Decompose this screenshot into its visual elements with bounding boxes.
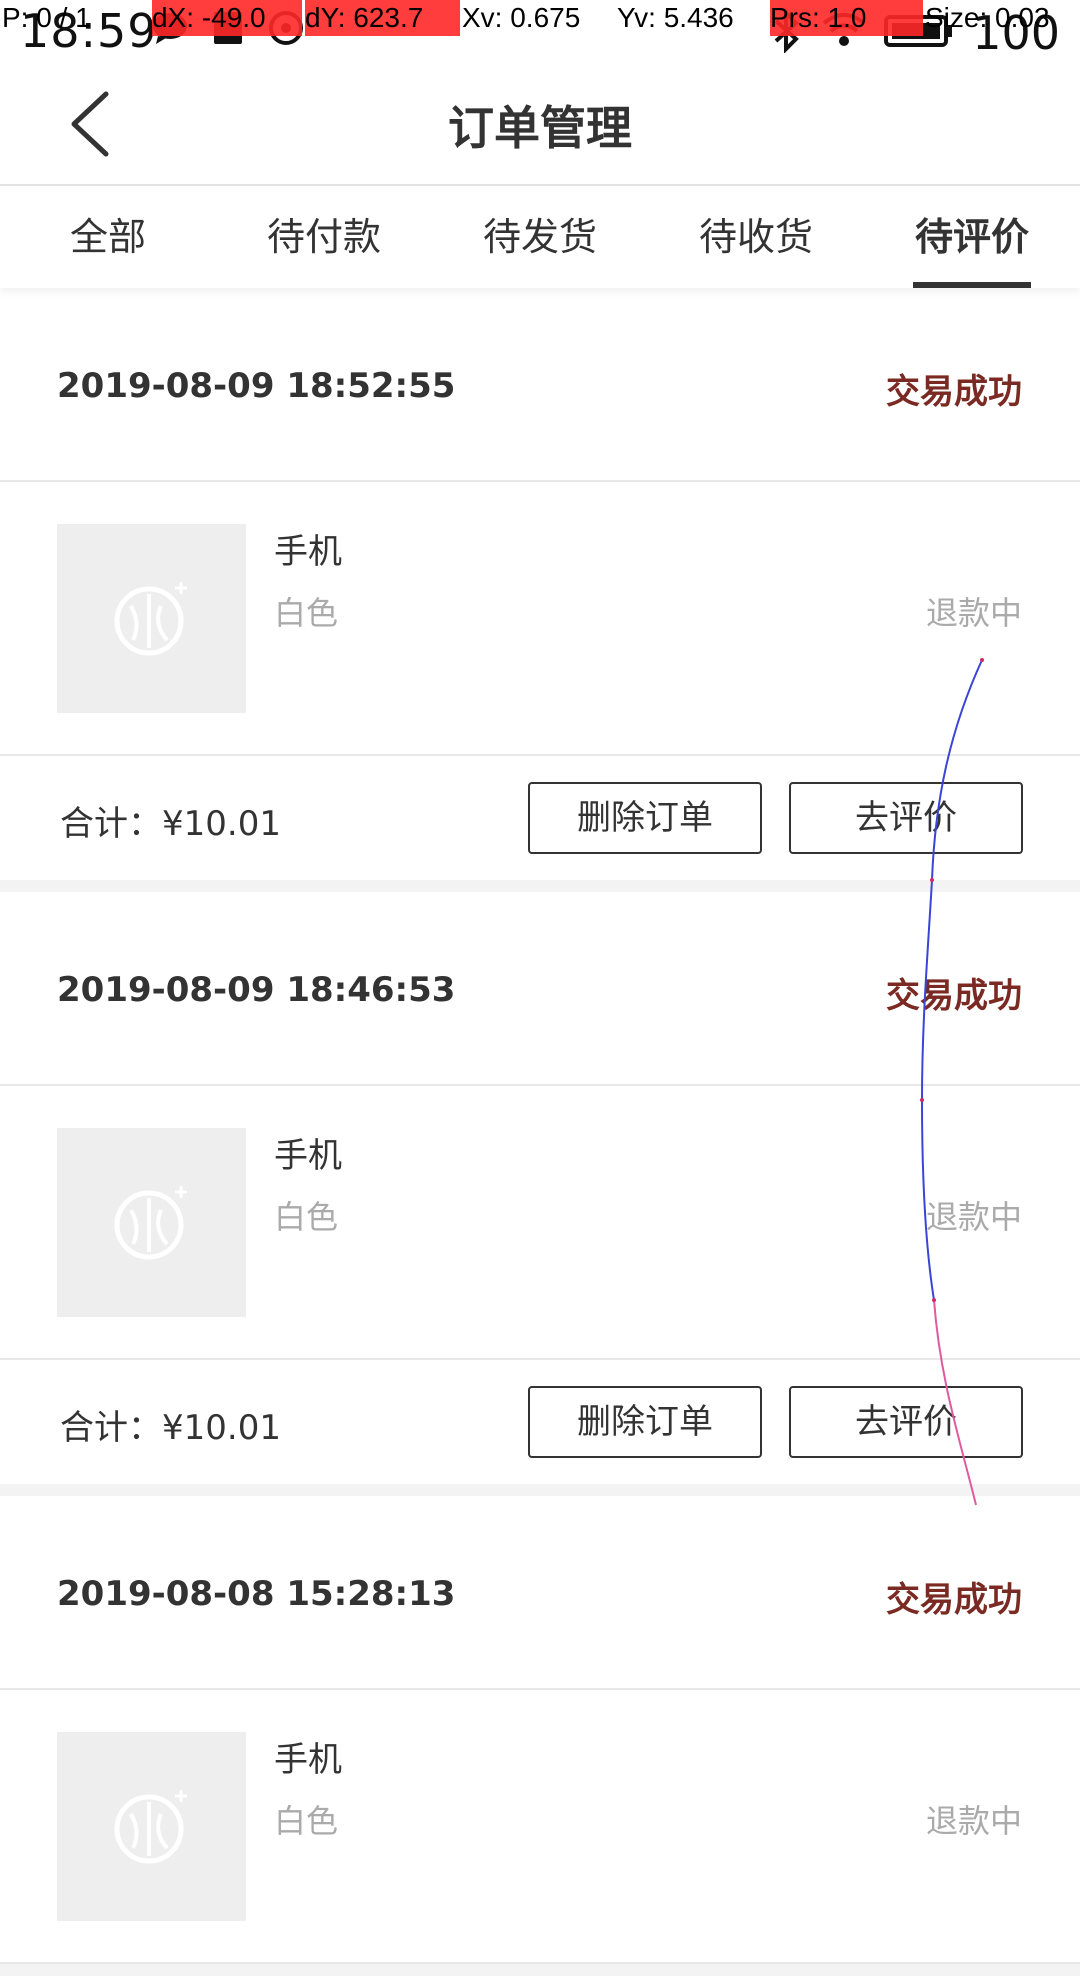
order-status: 交易成功 [886, 976, 1022, 1016]
product-placeholder-icon [114, 1790, 187, 1864]
order-datetime: 2019-08-09 18:52:55 [57, 366, 456, 406]
order-tabs: 全部 待付款 待发货 待收货 待评价 [0, 186, 1080, 288]
tab-label: 待评价 [914, 215, 1029, 259]
tab-all[interactable]: 全部 [0, 186, 216, 288]
order-footer: 合计：¥10.01 删除订单 去评价 [0, 1360, 1080, 1484]
pointer-dy: dY: 623.7 [305, 0, 460, 36]
refund-status: 退款中 [925, 594, 1022, 632]
pointer-count: P: 0 / 1 [2, 2, 91, 33]
page-title: 订单管理 [448, 101, 632, 155]
pointer-pressure: Prs: 1.0 [770, 0, 923, 36]
order-total: 合计：¥10.01 [60, 1408, 281, 1448]
pointer-yv: Yv: 5.436 [617, 2, 734, 33]
refund-status: 退款中 [925, 1198, 1022, 1236]
product-thumbnail [57, 1732, 246, 1921]
order-item[interactable]: 手机 白色 退款中 [0, 482, 1080, 756]
pointer-xv: Xv: 0.675 [462, 2, 581, 33]
tab-label: 待收货 [698, 215, 813, 259]
order-status: 交易成功 [886, 372, 1022, 412]
tab-label: 全部 [69, 215, 146, 259]
tab-pending-payment[interactable]: 待付款 [216, 186, 432, 288]
delete-order-button[interactable]: 删除订单 [528, 1386, 762, 1458]
order-item[interactable]: 手机 白色 退款中 [0, 1690, 1080, 1964]
product-placeholder-icon [114, 1186, 187, 1260]
active-tab-indicator [913, 282, 1031, 288]
product-name: 手机 [274, 1136, 342, 1176]
review-button[interactable]: 去评价 [789, 1386, 1023, 1458]
product-spec: 白色 [274, 1198, 339, 1236]
order-header: 2019-08-09 18:52:55 交易成功 [0, 288, 1080, 482]
pointer-size: Size: 0.03 [925, 2, 1050, 33]
review-button[interactable]: 去评价 [789, 782, 1023, 854]
order-card: 2019-08-08 15:28:13 交易成功 手机 白色 退款中 [0, 1496, 1080, 1976]
product-spec: 白色 [274, 594, 339, 632]
delete-order-button[interactable]: 删除订单 [528, 782, 762, 854]
app-header: 订单管理 [0, 62, 1080, 186]
product-thumbnail [57, 524, 246, 713]
tab-label: 待发货 [482, 215, 597, 259]
tab-pending-receipt[interactable]: 待收货 [648, 186, 864, 288]
product-name: 手机 [274, 532, 342, 572]
tab-label: 待付款 [266, 215, 381, 259]
order-item[interactable]: 手机 白色 退款中 [0, 1086, 1080, 1360]
order-total: 合计：¥10.01 [60, 804, 281, 844]
pointer-dx: dX: -49.0 [152, 0, 302, 36]
refund-status: 退款中 [925, 1802, 1022, 1840]
order-datetime: 2019-08-09 18:46:53 [57, 970, 456, 1010]
order-card: 2019-08-09 18:52:55 交易成功 手机 白色 退款中 合计：¥1… [0, 288, 1080, 892]
product-thumbnail [57, 1128, 246, 1317]
tab-pending-review[interactable]: 待评价 [864, 186, 1080, 288]
order-datetime: 2019-08-08 15:28:13 [57, 1574, 456, 1614]
order-footer: 合计：¥10.01 删除订单 去评价 [0, 756, 1080, 880]
product-name: 手机 [274, 1740, 342, 1780]
tab-pending-shipment[interactable]: 待发货 [432, 186, 648, 288]
order-list: 2019-08-09 18:52:55 交易成功 手机 白色 退款中 合计：¥1… [0, 288, 1080, 1976]
order-header: 2019-08-09 18:46:53 交易成功 [0, 892, 1080, 1086]
order-status: 交易成功 [886, 1580, 1022, 1620]
order-header: 2019-08-08 15:28:13 交易成功 [0, 1496, 1080, 1690]
product-placeholder-icon [114, 582, 187, 656]
order-card: 2019-08-09 18:46:53 交易成功 手机 白色 退款中 合计：¥1… [0, 892, 1080, 1496]
pointer-debug-overlay: P: 0 / 1 dX: -49.0 dY: 623.7 Xv: 0.675 Y… [0, 0, 1080, 36]
product-spec: 白色 [274, 1802, 339, 1840]
